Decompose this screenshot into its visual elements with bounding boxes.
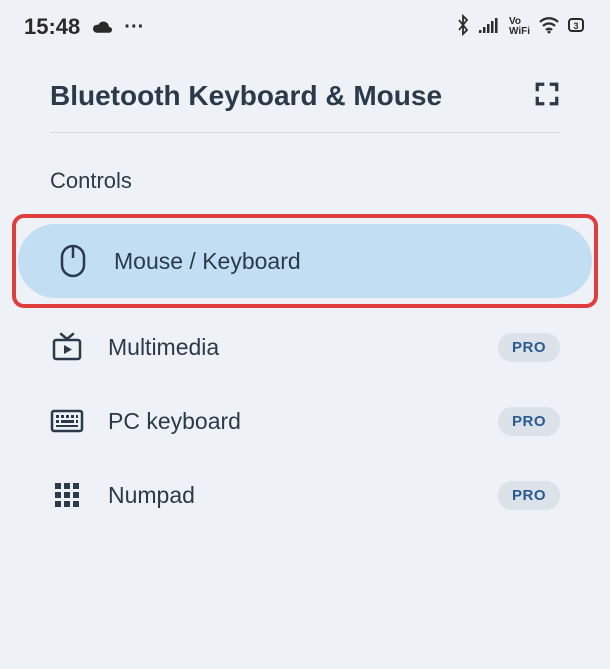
list-item-multimedia[interactable]: Multimedia PRO [12,310,598,384]
list-item-pc-keyboard[interactable]: PC keyboard PRO [12,384,598,458]
controls-list: Mouse / Keyboard Multimedia PRO PC keybo… [0,214,610,532]
item-label: PC keyboard [108,408,474,435]
bluetooth-icon [455,14,471,41]
svg-text:3: 3 [573,21,578,31]
cloud-icon [90,16,114,39]
wifi-icon [538,16,560,39]
highlight-box: Mouse / Keyboard [12,214,598,308]
pro-badge: PRO [498,481,560,510]
keyboard-icon [50,404,84,438]
status-right: VoWiFi 3 [455,14,586,41]
multimedia-icon [50,330,84,364]
status-left: 15:48 ··· [24,14,144,40]
fullscreen-button[interactable] [534,81,560,112]
list-item-mouse-keyboard[interactable]: Mouse / Keyboard [18,224,592,298]
status-bar: 15:48 ··· VoWiFi 3 [0,0,610,50]
numpad-icon [50,478,84,512]
clock-time: 15:48 [24,14,80,40]
pro-badge: PRO [498,407,560,436]
more-icon: ··· [124,16,144,39]
signal-icon [479,16,501,39]
header: Bluetooth Keyboard & Mouse [0,50,610,132]
vowifi-icon: VoWiFi [509,17,530,37]
item-label: Numpad [108,482,474,509]
pro-badge: PRO [498,333,560,362]
battery-icon: 3 [568,16,586,39]
list-item-numpad[interactable]: Numpad PRO [12,458,598,532]
item-label: Mouse / Keyboard [114,248,554,275]
mouse-icon [56,244,90,278]
page-title: Bluetooth Keyboard & Mouse [50,80,442,112]
section-label: Controls [0,133,610,214]
item-label: Multimedia [108,334,474,361]
